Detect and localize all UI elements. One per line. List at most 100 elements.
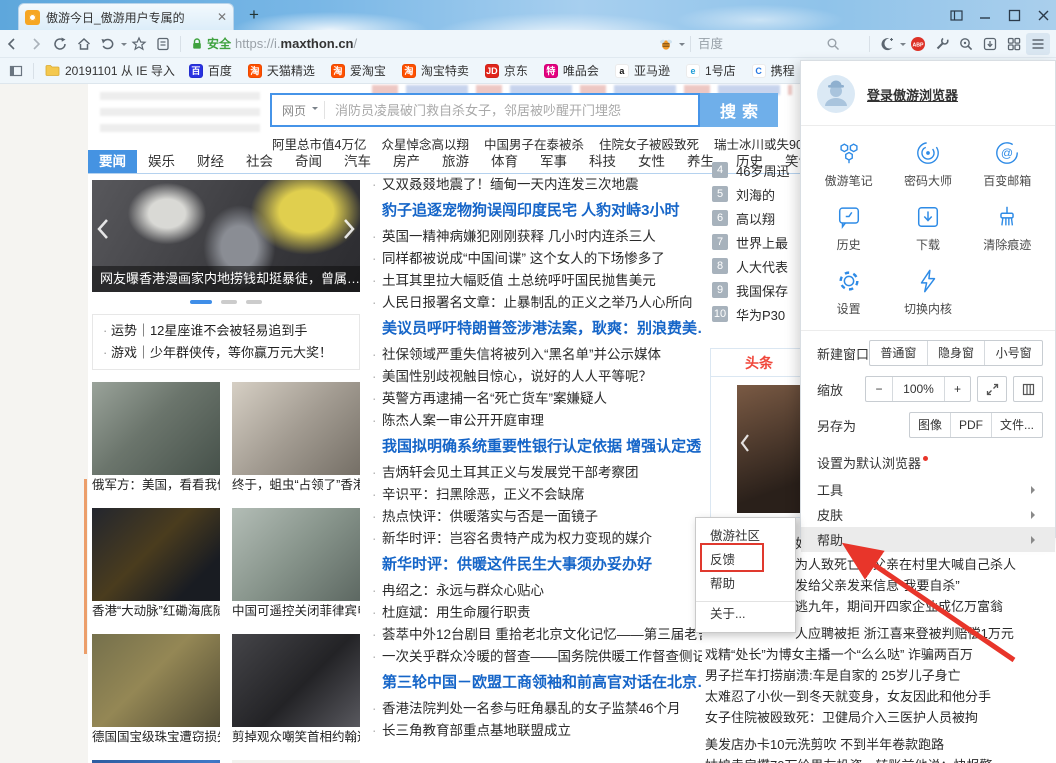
fullscreen-button[interactable] [977,376,1007,402]
feature-history[interactable]: 历史 [809,196,888,260]
tools-wrench-icon[interactable] [930,33,954,55]
news-link[interactable]: 美议员呼吁特朗普签涉港法案，耿爽：别浪费美… [370,314,702,344]
page-nav-tab[interactable]: 社会 [235,150,284,173]
bookmark-item[interactable]: a 亚马逊 [615,62,670,79]
page-nav-tab[interactable]: 财经 [186,150,235,173]
news-link[interactable]: 美发店办卡10元洗剪吹 不到半年卷款跑路 [705,734,1056,755]
feature-mail[interactable]: @ 百变邮箱 [968,132,1047,196]
news-link[interactable]: 太难忍了小伙一到冬天就变身，女友因此和他分手 [705,686,1056,707]
address-bar[interactable]: 安全 https://i.maxthon.cn/ [190,35,590,52]
save-as-file-button[interactable]: 文件... [991,413,1042,437]
search-engine-select[interactable]: 网页 [272,102,312,119]
forward-button[interactable] [24,33,48,55]
carousel-next-icon[interactable] [338,212,360,246]
bee-dropdown-icon[interactable] [679,43,685,49]
news-link[interactable]: 第三轮中国－欧盟工商领袖和前高官对话在北京… [370,668,702,698]
window-layout-icon[interactable] [950,9,963,22]
page-nav-tab[interactable]: 科技 [578,150,627,173]
login-row[interactable]: 登录傲游浏览器 [801,61,1055,125]
page-nav-tab[interactable]: 房产 [382,150,431,173]
save-as-image-button[interactable]: 图像 [910,413,950,437]
bookmark-item[interactable]: 淘 淘宝特卖 [402,62,469,79]
news-link[interactable]: 长三角教育部重点基地联盟成立 [370,720,702,742]
page-nav-tab[interactable]: 汽车 [333,150,382,173]
news-link[interactable]: 女子住院被殴致死：卫健局介入三医护人员被拘 [705,707,1056,728]
hot-rank-item[interactable]: 10 华为P30 [712,302,789,326]
panel-menu-item[interactable]: 帮助 [801,527,1055,552]
bookmark-item[interactable]: e 1号店 [686,62,736,79]
page-search-box[interactable]: 网页 [270,93,700,127]
news-link[interactable]: 英国一精神病嫌犯刚刚获释 几小时内连杀三人 [370,226,702,248]
login-link[interactable]: 登录傲游浏览器 [867,85,958,104]
bookmark-item[interactable]: JD 京东 [485,62,528,79]
news-link[interactable]: 新华时评：供暖这件民生大事须办妥办好 [370,550,702,580]
apps-grid-icon[interactable] [1002,33,1026,55]
back-button[interactable] [0,33,24,55]
news-link[interactable]: 热点快评：供暖落实与否是一面镜子 [370,506,702,528]
news-link[interactable]: 土耳其里拉大幅贬值 土总统呼吁国民抛售美元 [370,270,702,292]
night-mode-icon[interactable] [875,33,899,55]
hot-rank-item[interactable]: 7 世界上最 [712,230,789,254]
home-button[interactable] [72,33,96,55]
normal-window-button[interactable]: 普通窗口 [870,341,927,365]
toutiao-tab[interactable]: 头条 [745,353,773,373]
news-link[interactable]: 豹子追逐宠物狗误闯印度民宅 人豹对峙3小时 [370,196,702,226]
carousel-dot[interactable] [246,300,262,304]
bookmark-item[interactable]: 淘 天猫精选 [248,62,315,79]
sidebar-toggle-icon[interactable] [4,60,28,82]
adblock-icon[interactable]: ABP [906,33,930,55]
news-link[interactable]: 陈杰人案一审公开开庭审理 [370,410,702,432]
zoom-out-button[interactable]: − [866,377,892,401]
minimize-button[interactable] [979,9,992,22]
page-nav-tab[interactable]: 女性 [627,150,676,173]
favorite-star-icon[interactable] [127,33,151,55]
page-nav-tab[interactable]: 军事 [529,150,578,173]
thumb-item[interactable]: 中国可遥控关闭菲律宾电网… [232,508,360,622]
page-nav-tab[interactable]: 要闻 [88,150,137,173]
hot-rank-item[interactable]: 8 人大代表 [712,254,789,278]
hot-rank-item[interactable]: 4 46岁周迅 [712,158,789,182]
split-view-button[interactable] [1013,376,1043,402]
browser-search-input[interactable] [696,36,826,52]
bookmark-item[interactable]: C 携程 [752,62,795,79]
download-icon[interactable] [978,33,1002,55]
panel-menu-item[interactable]: 皮肤 [801,502,1055,527]
bookmark-item[interactable]: 淘 爱淘宝 [331,62,386,79]
search-icon[interactable] [826,37,840,51]
set-default-browser[interactable]: 设置为默认浏览器 [817,449,1039,475]
main-menu-icon[interactable] [1026,33,1050,55]
submenu-item[interactable]: 帮助 [696,572,795,596]
thumbnail-image[interactable] [92,634,220,727]
news-link[interactable]: 姑娘卖房攒70万给男友投资，转账前他说：快报警 [705,755,1056,763]
carousel-caption[interactable]: 网友曝香港漫画家内地捞钱却挺暴徒，曾属… [92,266,360,292]
hot-rank-item[interactable]: 9 我国保存 [712,278,789,302]
news-link[interactable]: 人民日报署名文章：止暴制乱的正义之举乃人心所向 [370,292,702,314]
thumb-item[interactable]: 剪掉观众嘲笑首相约翰逊镜… [232,634,360,748]
submenu-item[interactable]: 关于... [696,601,795,625]
news-carousel[interactable]: 网友曝香港漫画家内地捞钱却挺暴徒，曾属… [92,180,360,292]
page-nav-tab[interactable]: 娱乐 [137,150,186,173]
carousel-prev-icon[interactable] [92,212,114,246]
news-link[interactable]: 香港法院判处一名参与旺角暴乱的女子监禁46个月 [370,698,702,720]
page-search-input[interactable] [333,102,698,119]
feature-clear-history[interactable]: 清除痕迹 [968,196,1047,260]
carousel-dot[interactable] [190,300,212,304]
maxthon-bee-icon[interactable] [654,33,678,55]
carousel-dot[interactable] [221,300,237,304]
feature-settings[interactable]: 设置 [809,260,888,324]
news-link[interactable]: 社保领域严重失信将被列入“黑名单”并公示媒体 [370,344,702,366]
save-as-pdf-button[interactable]: PDF [950,413,991,437]
reading-mode-icon[interactable] [151,33,175,55]
alt-account-window-button[interactable]: 小号窗口 [984,341,1042,365]
news-link[interactable]: 荟萃中外12台剧目 重拾老北京文化记忆——第三届老舍戏… [370,624,702,646]
feature-download[interactable]: 下载 [888,196,967,260]
search-button[interactable]: 搜索 [700,93,778,127]
thumbnail-image[interactable] [92,508,220,601]
thumb-item[interactable]: 俄军方：美国，看看我们的… [92,382,220,496]
sniffer-search-icon[interactable] [954,33,978,55]
undo-button[interactable] [96,33,120,55]
browser-search-box[interactable] [696,36,864,52]
new-tab-button[interactable]: + [244,5,264,25]
feature-notes[interactable]: 傲游笔记 [809,132,888,196]
thumb-item[interactable]: 香港“大动脉”红磡海底隧… [92,508,220,622]
